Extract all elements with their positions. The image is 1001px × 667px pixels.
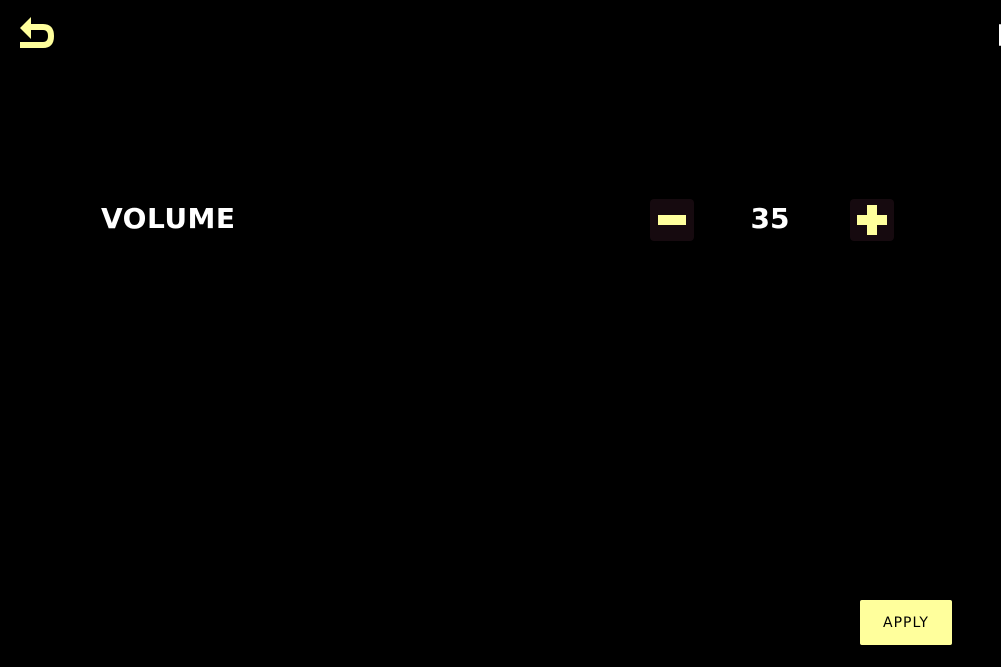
- back-button[interactable]: [14, 13, 58, 55]
- volume-label: VOLUME: [101, 202, 236, 235]
- volume-increase-button[interactable]: [850, 199, 894, 241]
- minus-icon: [658, 215, 686, 225]
- undo-arrow-icon: [20, 17, 54, 48]
- volume-value: 35: [750, 202, 790, 235]
- apply-button[interactable]: APPLY: [860, 600, 952, 645]
- volume-decrease-button[interactable]: [650, 199, 694, 241]
